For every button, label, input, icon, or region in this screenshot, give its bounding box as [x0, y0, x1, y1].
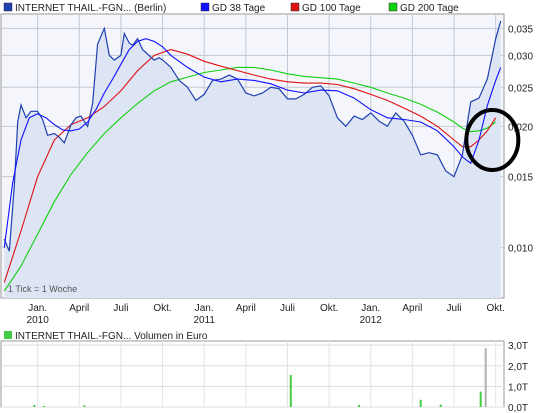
- x-tick-label: Okt.: [320, 303, 338, 314]
- x-tick-label: Jan.: [361, 303, 380, 314]
- y-tick-label: 0,030: [508, 51, 533, 62]
- volume-bar: [83, 405, 86, 407]
- volume-bar: [484, 348, 487, 407]
- stock-chart: INTERNET THAIL.-FGN... (Berlin) GD 38 Tag…: [0, 2, 533, 413]
- legend-label-ma100: GD 100 Tage: [302, 3, 361, 14]
- x-axis: Jan.2010April Juli Okt. Jan.2011April Juli Ok…: [27, 303, 505, 326]
- volume-bar: [479, 391, 482, 407]
- x-tick-label: April: [402, 303, 422, 314]
- legend-swatch-price: [3, 2, 13, 12]
- y-tick-label: 0,035: [508, 24, 533, 35]
- legend-label-price: INTERNET THAIL.-FGN... (Berlin): [15, 3, 166, 14]
- legend-label-ma200: GD 200 Tage: [400, 3, 459, 14]
- x-year-label: 2010: [27, 315, 50, 326]
- x-tick-label: Juli: [113, 303, 128, 314]
- x-tick-label: Juli: [280, 303, 295, 314]
- volume-bar: [33, 404, 36, 407]
- y-axis: 0,035 0,030 0,025 0,020 0,015 0,010: [508, 24, 533, 254]
- volume-y-tick-label: 0,0T: [508, 403, 528, 413]
- legend-swatch-ma38: [200, 2, 210, 12]
- volume-legend-swatch: [4, 331, 12, 339]
- legend-swatch-ma100: [290, 2, 300, 12]
- tick-note: 1 Tick = 1 Woche: [8, 284, 77, 294]
- x-tick-label: Juli: [447, 303, 462, 314]
- volume-bar: [43, 405, 46, 407]
- x-tick-label: April: [236, 303, 256, 314]
- x-tick-label: Jan.: [195, 303, 214, 314]
- volume-y-axis: 3,0T 2,0T 1,0T 0,0T: [508, 341, 528, 413]
- x-year-label: 2012: [360, 315, 383, 326]
- volume-legend-label: INTERNET THAIL.-FGN... Volumen in Euro: [15, 331, 208, 342]
- volume-bar: [289, 375, 292, 407]
- y-tick-label: 0,010: [508, 244, 533, 255]
- legend-swatch-ma200: [388, 2, 398, 12]
- volume-plot-area: [0, 340, 505, 408]
- legend: INTERNET THAIL.-FGN... (Berlin) GD 38 Tag…: [3, 2, 459, 14]
- volume-legend: INTERNET THAIL.-FGN... Volumen in Euro: [4, 331, 208, 342]
- x-year-label: 2011: [193, 315, 215, 326]
- x-tick-label: Jan.: [28, 303, 47, 314]
- x-tick-label: April: [69, 303, 89, 314]
- volume-bar: [419, 399, 422, 407]
- volume-bar: [439, 404, 442, 407]
- x-tick-label: Okt.: [153, 303, 171, 314]
- y-tick-label: 0,015: [508, 173, 533, 184]
- y-tick-label: 0,025: [508, 83, 533, 94]
- legend-label-ma38: GD 38 Tage: [212, 3, 266, 14]
- volume-y-tick-label: 3,0T: [508, 341, 528, 352]
- volume-y-tick-label: 1,0T: [508, 382, 528, 393]
- x-tick-label: Okt.: [487, 303, 505, 314]
- y-tick-label: 0,020: [508, 122, 533, 133]
- volume-y-tick-label: 2,0T: [508, 362, 528, 373]
- volume-bar: [358, 404, 361, 407]
